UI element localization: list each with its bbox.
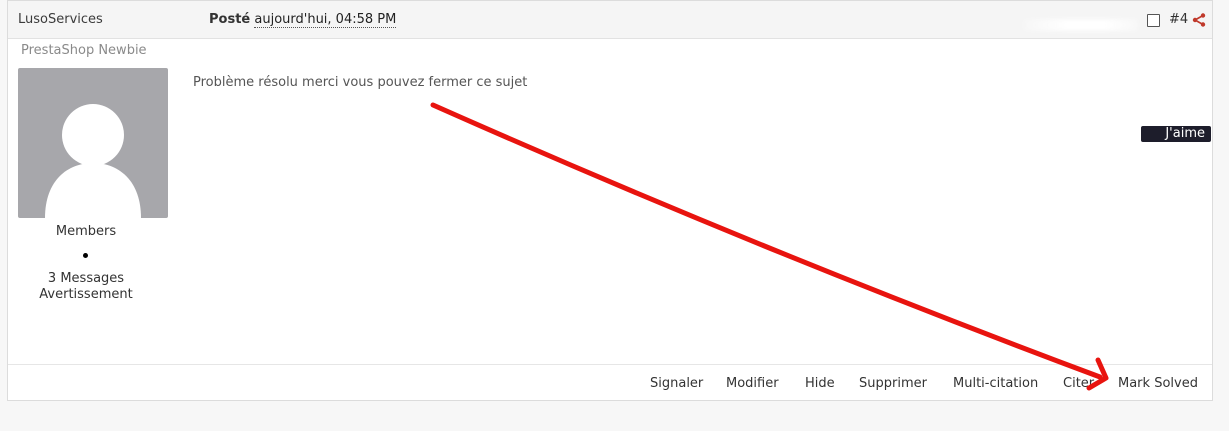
quote-button[interactable]: Citer bbox=[1063, 376, 1094, 391]
edit-button[interactable]: Modifier bbox=[726, 376, 779, 391]
share-icon[interactable] bbox=[1192, 13, 1206, 27]
posted-prefix: Posté bbox=[209, 12, 251, 27]
multiquote-button[interactable]: Multi-citation bbox=[953, 376, 1038, 391]
report-button[interactable]: Signaler bbox=[650, 376, 703, 391]
redacted-area bbox=[1023, 19, 1138, 31]
delete-button[interactable]: Supprimer bbox=[859, 376, 927, 391]
posted-date-value: aujourd'hui, 04:58 PM bbox=[254, 12, 397, 28]
select-post-checkbox[interactable] bbox=[1147, 14, 1160, 27]
default-avatar-icon bbox=[45, 104, 141, 218]
warning-link[interactable]: Avertissement bbox=[8, 287, 164, 303]
member-stats: 3 Messages Avertissement bbox=[8, 271, 164, 303]
mark-solved-button[interactable]: Mark Solved bbox=[1118, 376, 1198, 391]
list-bullet bbox=[83, 253, 88, 258]
message-count-link[interactable]: 3 Messages bbox=[8, 271, 164, 287]
post-date: Posté aujourd'hui, 04:58 PM bbox=[209, 12, 397, 28]
member-rank: PrestaShop Newbie bbox=[21, 43, 147, 58]
like-button[interactable]: J'aime bbox=[1141, 126, 1211, 142]
hide-button[interactable]: Hide bbox=[805, 376, 835, 391]
member-group: Members bbox=[55, 224, 117, 239]
author-name-link[interactable]: LusoServices bbox=[18, 12, 103, 27]
post-header: LusoServices Posté aujourd'hui, 04:58 PM… bbox=[8, 1, 1212, 39]
avatar[interactable] bbox=[18, 68, 168, 218]
post-controls: Signaler Modifier Hide Supprimer Multi-c… bbox=[8, 364, 1212, 401]
post-number-link[interactable]: #4 bbox=[1169, 12, 1188, 27]
post-content: Problème résolu merci vous pouvez fermer… bbox=[193, 75, 528, 90]
forum-post: LusoServices Posté aujourd'hui, 04:58 PM… bbox=[7, 0, 1213, 401]
